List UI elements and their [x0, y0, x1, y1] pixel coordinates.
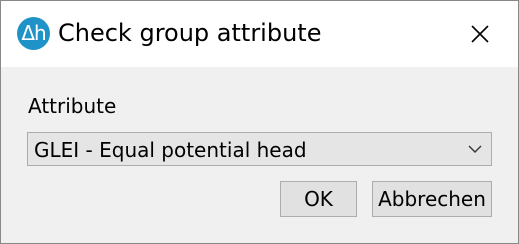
close-button[interactable]	[457, 13, 503, 55]
ok-button[interactable]: OK	[280, 181, 357, 217]
dialog-window: Δh Check group attribute Attribute GLEI …	[0, 0, 519, 244]
attribute-select[interactable]: GLEI - Equal potential head	[27, 132, 492, 166]
attribute-label: Attribute	[28, 94, 117, 118]
app-icon: Δh	[17, 17, 50, 50]
title-bar: Δh Check group attribute	[1, 1, 518, 67]
window-title: Check group attribute	[58, 19, 322, 47]
chevron-down-icon	[468, 145, 482, 153]
close-icon	[471, 25, 489, 43]
cancel-button[interactable]: Abbrechen	[372, 181, 492, 217]
attribute-select-value: GLEI - Equal potential head	[34, 138, 307, 162]
